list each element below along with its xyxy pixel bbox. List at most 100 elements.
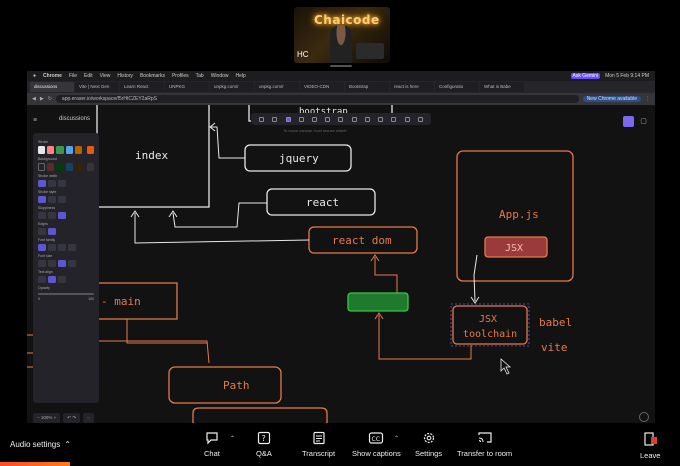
hand-icon[interactable]: [272, 116, 278, 122]
bg-swatch[interactable]: [56, 163, 64, 171]
more-tools-icon[interactable]: [417, 116, 423, 122]
text-align-option[interactable]: [48, 276, 56, 283]
browser-tab[interactable]: What is Babe: [480, 82, 524, 92]
stroke-style-option[interactable]: [58, 196, 66, 203]
opacity-slider[interactable]: [38, 293, 94, 295]
panel-label: Background: [38, 157, 57, 161]
sloppiness-option[interactable]: [58, 212, 66, 219]
menu-history[interactable]: History: [117, 73, 133, 79]
chat-caret-icon[interactable]: ⌃: [230, 435, 235, 442]
browser-tab[interactable]: unpkg.com/r: [210, 82, 254, 92]
bg-swatch[interactable]: [47, 163, 55, 171]
stroke-swatch[interactable]: [56, 146, 64, 154]
text-align-option[interactable]: [38, 276, 46, 283]
browser-tab[interactable]: Vite | Next Gen: [75, 82, 119, 92]
menu-file[interactable]: File: [69, 73, 77, 79]
chat-button[interactable]: Chat: [204, 431, 220, 458]
bg-swatch-current[interactable]: [86, 163, 94, 171]
browser-tab[interactable]: Bootstrap: [345, 82, 389, 92]
sloppiness-option[interactable]: [38, 212, 46, 219]
browser-tab[interactable]: unpkg.com/r: [255, 82, 299, 92]
sloppiness-option[interactable]: [48, 212, 56, 219]
edges-option[interactable]: [38, 228, 46, 235]
stroke-style-option[interactable]: [38, 196, 46, 203]
diamond-icon[interactable]: [311, 116, 317, 122]
jquery-label: jquery: [279, 152, 319, 165]
edges-option[interactable]: [48, 228, 56, 235]
bg-swatch[interactable]: [38, 163, 46, 171]
menu-tab[interactable]: Tab: [196, 73, 204, 79]
stroke-swatch-current[interactable]: [86, 146, 95, 154]
select-icon[interactable]: [285, 116, 291, 122]
panel-label: Font size: [38, 254, 53, 258]
bg-swatch[interactable]: [74, 163, 82, 171]
menu-help[interactable]: Help: [236, 73, 246, 79]
lock-icon[interactable]: [259, 116, 265, 122]
stroke-swatch[interactable]: [65, 146, 73, 154]
chrome-update-button[interactable]: New Chrome available: [582, 96, 641, 102]
url-field[interactable]: app.eraser.io/workspace/f5rHtCZEY2aRpS: [55, 95, 579, 103]
audio-settings-button[interactable]: Audio settings ⌃: [10, 440, 71, 449]
stroke-style-option[interactable]: [48, 196, 56, 203]
menu-edit[interactable]: Edit: [84, 73, 93, 79]
rectangle-icon[interactable]: [298, 116, 304, 122]
gemini-pill[interactable]: Ask Gemini: [570, 73, 601, 79]
font-family-option[interactable]: [38, 244, 46, 251]
font-size-option[interactable]: [68, 260, 76, 267]
menu-view[interactable]: View: [100, 73, 111, 79]
arrow-icon[interactable]: [338, 116, 344, 122]
font-family-option[interactable]: [68, 244, 76, 251]
browser-tab[interactable]: discussions: [30, 82, 74, 92]
bg-swatch[interactable]: [65, 163, 73, 171]
back-icon[interactable]: ◀: [32, 96, 36, 102]
drawing-name[interactable]: discussions: [59, 116, 90, 122]
line-icon[interactable]: [351, 116, 357, 122]
menu-chrome[interactable]: Chrome: [43, 73, 62, 79]
stroke-width-option[interactable]: [58, 180, 66, 187]
font-size-option[interactable]: [58, 260, 66, 267]
captions-caret-icon[interactable]: ⌃: [394, 435, 399, 442]
stroke-swatch[interactable]: [74, 146, 82, 154]
eraser-icon[interactable]: [404, 116, 410, 122]
speaker-video-thumbnail[interactable]: Chaicode HC: [294, 7, 390, 63]
pencil-icon[interactable]: [364, 116, 370, 122]
transcript-icon: [312, 431, 325, 445]
image-icon[interactable]: [391, 116, 397, 122]
thumbnail-drag-handle[interactable]: [330, 65, 352, 67]
text-align-option[interactable]: [58, 276, 66, 283]
browser-tab[interactable]: VIDEO-CDN: [300, 82, 344, 92]
font-family-option[interactable]: [48, 244, 56, 251]
undo-redo[interactable]: ↶ ↷: [63, 413, 81, 423]
menu-profiles[interactable]: Profiles: [172, 73, 189, 79]
more-icon[interactable]: ⋮: [645, 96, 650, 102]
hamburger-menu-icon[interactable]: ≡: [33, 117, 41, 125]
font-size-option[interactable]: [38, 260, 46, 267]
ellipse-icon[interactable]: [325, 116, 331, 122]
help-icon[interactable]: [639, 412, 649, 422]
share-button[interactable]: [623, 116, 634, 127]
browser-tab[interactable]: react is here: [390, 82, 434, 92]
transcript-button[interactable]: Transcript: [302, 431, 335, 458]
stroke-width-option[interactable]: [48, 180, 56, 187]
library-icon[interactable]: ▢: [639, 117, 648, 126]
leave-button[interactable]: Leave: [640, 431, 660, 460]
menu-bookmarks[interactable]: Bookmarks: [140, 73, 165, 79]
stroke-swatch[interactable]: [47, 146, 55, 154]
stroke-swatch[interactable]: [38, 146, 46, 154]
text-icon[interactable]: [378, 116, 384, 122]
forward-icon[interactable]: ▶: [40, 96, 44, 102]
eraser-toggle[interactable]: ◌: [83, 413, 94, 423]
browser-tab[interactable]: Configuratio: [435, 82, 479, 92]
browser-tab[interactable]: UNPKG: [165, 82, 209, 92]
qa-button[interactable]: ? Q&A: [256, 431, 272, 458]
font-size-option[interactable]: [48, 260, 56, 267]
font-family-option[interactable]: [58, 244, 66, 251]
menu-window[interactable]: Window: [211, 73, 229, 79]
transfer-to-room-button[interactable]: Transfer to room: [457, 431, 512, 458]
stroke-width-option[interactable]: [38, 180, 46, 187]
reload-icon[interactable]: ↻: [48, 96, 52, 102]
browser-tab[interactable]: Learn React: [120, 82, 164, 92]
settings-button[interactable]: Settings: [415, 431, 442, 458]
whiteboard-canvas[interactable]: index bootstrap jquery react react dom A…: [27, 105, 655, 423]
zoom-level[interactable]: − 100% +: [33, 413, 61, 423]
